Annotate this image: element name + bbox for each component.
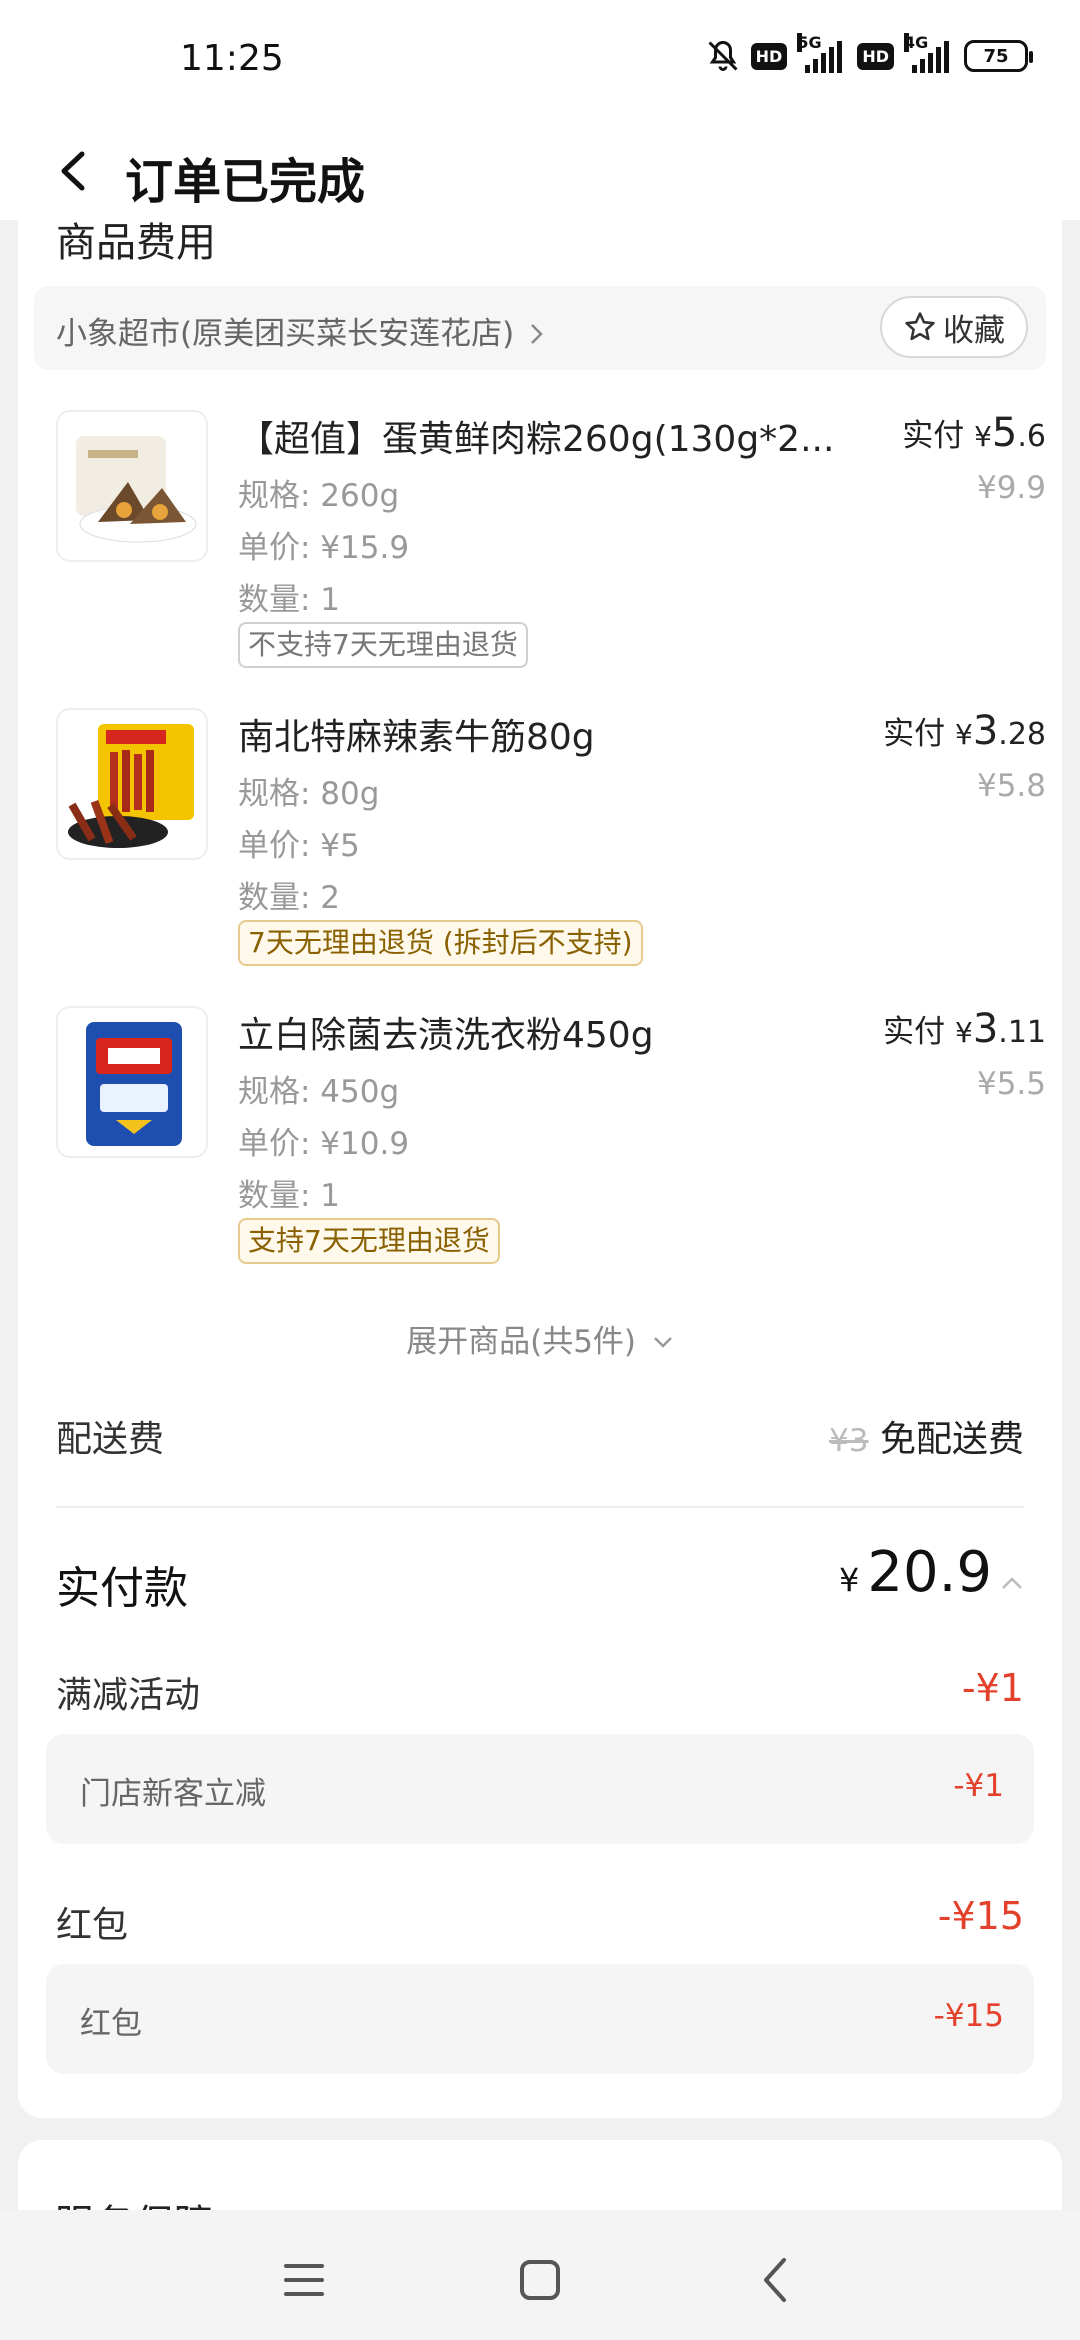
product-unit-price: 单价: ¥15.9: [238, 530, 410, 566]
paid-yen: ¥: [955, 1016, 973, 1049]
network-5g-label: 5G: [797, 33, 822, 52]
nav-header: 订单已完成: [0, 120, 1080, 220]
network-4g-label: 4G: [904, 33, 929, 52]
return-policy-tag: 不支持7天无理由退货: [238, 622, 528, 668]
product-item[interactable]: 立白除菌去渍洗衣粉450g 实付 ¥3.11 ¥5.5 规格: 450g 单价:…: [56, 1006, 1046, 1276]
favorite-button[interactable]: 收藏: [880, 296, 1028, 358]
delivery-free-label: 免配送费: [879, 1419, 1024, 1460]
product-image-zongzi[interactable]: [56, 410, 208, 562]
chevron-up-icon[interactable]: [1000, 1575, 1024, 1591]
store-name[interactable]: 小象超市(原美团买菜长安莲花店): [56, 308, 546, 353]
total-label: 实付款: [56, 1563, 188, 1614]
chevron-down-icon: [654, 1337, 672, 1348]
signal-5g-icon: 5G: [797, 33, 847, 73]
red-packet-label: 红包: [56, 1905, 129, 1946]
paid-yen: ¥: [955, 718, 973, 751]
product-spec: 规格: 260g: [238, 478, 400, 514]
product-name[interactable]: 【超值】蛋黄鲜肉粽260g(130g*2...: [238, 410, 834, 462]
hd-badge-2: HD: [857, 42, 894, 70]
paid-amount: 实付 ¥3.28: [883, 708, 1046, 754]
delivery-original-fee: ¥3: [829, 1423, 869, 1459]
home-square-icon[interactable]: [510, 2250, 570, 2310]
delivery-fee-label: 配送费: [56, 1419, 165, 1460]
mute-bell-icon: [708, 40, 738, 71]
paid-int: 3: [972, 708, 999, 754]
product-unit-price: 单价: ¥5: [238, 828, 360, 864]
status-time: 11:25: [180, 38, 284, 79]
product-quantity: 数量: 2: [238, 880, 341, 916]
status-bar: 11:25 HD 5G HD 4G 75: [0, 0, 1080, 120]
product-item[interactable]: 南北特麻辣素牛筋80g 实付 ¥3.28 ¥5.8 规格: 80g 单价: ¥5…: [56, 708, 1046, 978]
product-quantity: 数量: 1: [238, 582, 341, 618]
expand-items-button[interactable]: 展开商品(共5件): [18, 1316, 1062, 1361]
red-packet-detail-label: 红包: [80, 2006, 142, 2042]
back-arrow-icon[interactable]: [50, 146, 100, 196]
red-packet-detail-amount: -¥15: [933, 1998, 1004, 2034]
paid-dec: .28: [998, 717, 1046, 752]
product-spec: 规格: 450g: [238, 1074, 400, 1110]
paid-label: 实付: [883, 1014, 946, 1050]
product-unit-price: 单价: ¥10.9: [238, 1126, 410, 1162]
menu-icon[interactable]: [274, 2250, 334, 2310]
discount-activity-label: 满减活动: [56, 1675, 201, 1716]
product-quantity: 数量: 1: [238, 1178, 341, 1214]
product-image-detergent[interactable]: [56, 1006, 208, 1158]
battery-icon: 75: [964, 40, 1033, 72]
paid-amount: 实付 ¥3.11: [883, 1006, 1046, 1052]
paid-yen: ¥: [974, 420, 992, 453]
discount-detail-amount: -¥1: [953, 1768, 1004, 1804]
product-name[interactable]: 南北特麻辣素牛筋80g: [238, 708, 595, 760]
red-packet-amount: -¥15: [937, 1894, 1024, 1938]
order-fees-card: 商品费用 小象超市(原美团买菜长安莲花店) 收藏 【超值】蛋黄鲜肉粽260g(1…: [18, 200, 1062, 2118]
paid-int: 5: [991, 410, 1018, 456]
back-nav-icon[interactable]: [746, 2250, 806, 2310]
return-policy-tag: 7天无理由退货 (拆封后不支持): [238, 920, 643, 966]
discount-detail-box: 门店新客立减 -¥1: [46, 1734, 1034, 1844]
chevron-right-icon: [531, 324, 543, 344]
total-yen: ¥: [838, 1561, 860, 1599]
product-item[interactable]: 【超值】蛋黄鲜肉粽260g(130g*2... 实付 ¥5.6 ¥9.9 规格:…: [56, 410, 1046, 680]
paid-int: 3: [972, 1006, 999, 1052]
discount-activity-amount: -¥1: [961, 1666, 1024, 1710]
system-nav-bar: [0, 2210, 1080, 2340]
status-icons: HD 5G HD 4G 75: [705, 33, 1033, 74]
paid-dec: .11: [998, 1015, 1046, 1050]
return-policy-tag: 支持7天无理由退货: [238, 1218, 500, 1264]
expand-label: 展开商品(共5件): [406, 1324, 637, 1360]
favorite-label: 收藏: [943, 312, 1005, 349]
original-price: ¥5.5: [976, 1066, 1046, 1102]
paid-dec: .6: [1017, 419, 1046, 454]
signal-4g-icon: 4G: [904, 33, 954, 73]
discount-detail-label: 门店新客立减: [80, 1776, 266, 1812]
paid-label: 实付: [902, 418, 965, 454]
paid-label: 实付: [883, 716, 946, 752]
paid-amount: 实付 ¥5.6: [902, 410, 1046, 456]
total-number: 20.9: [867, 1540, 992, 1605]
product-image-beef-tendon[interactable]: [56, 708, 208, 860]
delivery-fee-value: ¥3 免配送费: [829, 1410, 1024, 1462]
original-price: ¥5.8: [976, 768, 1046, 804]
red-packet-detail-box: 红包 -¥15: [46, 1964, 1034, 2074]
original-price: ¥9.9: [976, 470, 1046, 506]
divider: [56, 1506, 1024, 1508]
star-icon: [905, 312, 935, 341]
product-name[interactable]: 立白除菌去渍洗衣粉450g: [238, 1006, 654, 1058]
total-amount[interactable]: ¥ 20.9: [839, 1540, 1024, 1605]
product-spec: 规格: 80g: [238, 776, 380, 812]
page-title: 订单已完成: [125, 154, 366, 210]
store-name-text: 小象超市(原美团买菜长安莲花店): [56, 316, 515, 352]
hd-badge: HD: [750, 42, 788, 70]
store-row[interactable]: 小象超市(原美团买菜长安莲花店) 收藏: [34, 286, 1046, 370]
